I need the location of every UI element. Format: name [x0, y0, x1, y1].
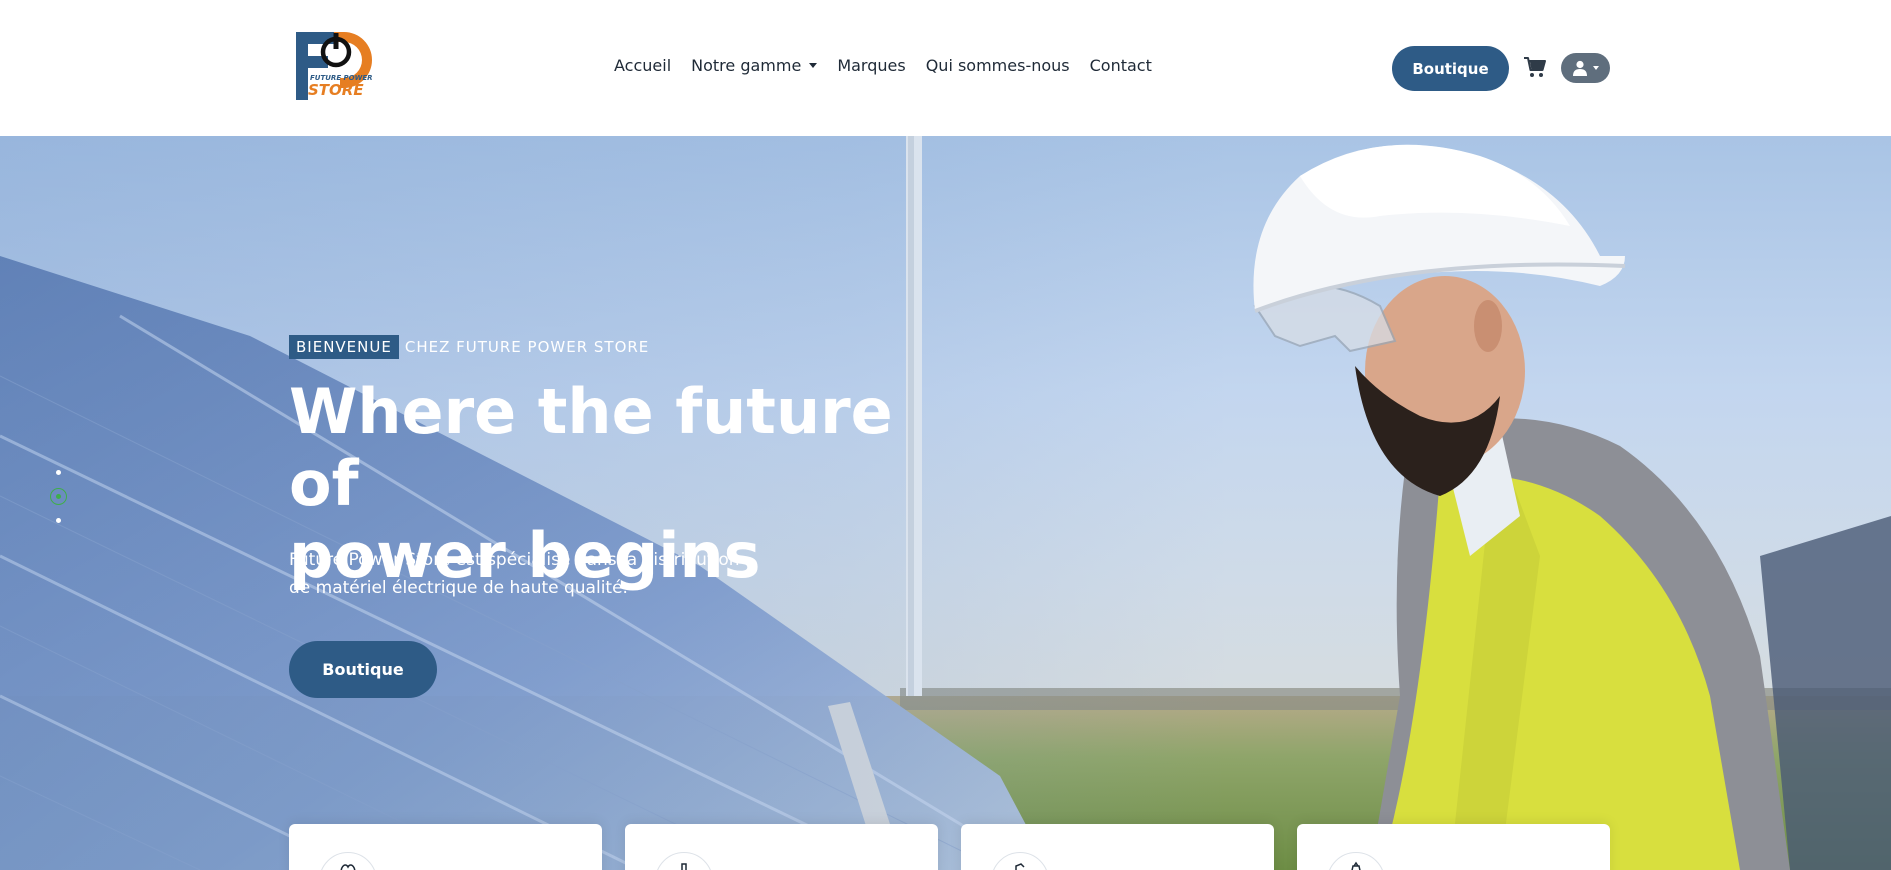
- shop-button[interactable]: Boutique: [1392, 46, 1509, 91]
- slide-dot-2-active[interactable]: [50, 488, 67, 505]
- feature-icon-2: [655, 852, 713, 870]
- welcome-text: CHEZ FUTURE POWER STORE: [404, 338, 650, 356]
- feature-card-3[interactable]: [961, 824, 1274, 870]
- feature-card-2[interactable]: [625, 824, 938, 870]
- feature-card-1[interactable]: [289, 824, 602, 870]
- hero-title-line-1: Where the future of: [289, 375, 893, 520]
- feature-icon-4: [1327, 852, 1385, 870]
- hero-description: Future Power Store est spécialisé dans l…: [289, 546, 749, 602]
- nav-item-label: Accueil: [614, 56, 672, 75]
- feature-icon-1: [319, 852, 377, 870]
- hero-description-line-1: Future Power Store est spécialisé dans l…: [289, 550, 740, 570]
- user-icon: [1573, 60, 1587, 76]
- svg-text:STORE: STORE: [308, 81, 364, 99]
- nav-item-contact[interactable]: Contact: [1090, 56, 1152, 75]
- nav-item-marques[interactable]: Marques: [837, 56, 905, 75]
- nav-item-label: Contact: [1089, 56, 1152, 75]
- nav-item-label: Marques: [837, 56, 906, 75]
- nav-item-qui-sommes-nous[interactable]: Qui sommes-nous: [926, 56, 1070, 75]
- cart-icon[interactable]: [1523, 55, 1547, 79]
- welcome-tag: BIENVENUE: [289, 335, 399, 359]
- nav-item-notre-gamme[interactable]: Notre gamme: [691, 56, 818, 75]
- slide-dot-1[interactable]: [56, 470, 61, 475]
- nav-item-label: Qui sommes-nous: [925, 56, 1070, 75]
- chevron-down-icon: [1593, 66, 1599, 70]
- chevron-down-icon: [809, 63, 818, 68]
- site-header: FUTURE POWER STORE Accueil Notre gamme M…: [0, 0, 1891, 136]
- hero-overlay: [0, 136, 1891, 870]
- nav-item-accueil[interactable]: Accueil: [614, 56, 671, 75]
- feature-icon-3: [991, 852, 1049, 870]
- slide-dot-3[interactable]: [56, 518, 61, 523]
- welcome-label: BIENVENUE CHEZ FUTURE POWER STORE: [289, 335, 649, 359]
- brand-logo[interactable]: FUTURE POWER STORE: [294, 30, 374, 104]
- feature-card-4[interactable]: [1297, 824, 1610, 870]
- hero-section: BIENVENUE CHEZ FUTURE POWER STORE Where …: [0, 136, 1891, 870]
- hero-description-line-2: de matériel électrique de haute qualité.: [289, 578, 628, 598]
- nav-item-label: Notre gamme: [691, 56, 802, 75]
- slider-pagination: [50, 468, 67, 528]
- hero-shop-button[interactable]: Boutique: [289, 641, 437, 698]
- user-menu-button[interactable]: [1561, 53, 1610, 83]
- main-nav: Accueil Notre gamme Marques Qui sommes-n…: [614, 56, 1152, 75]
